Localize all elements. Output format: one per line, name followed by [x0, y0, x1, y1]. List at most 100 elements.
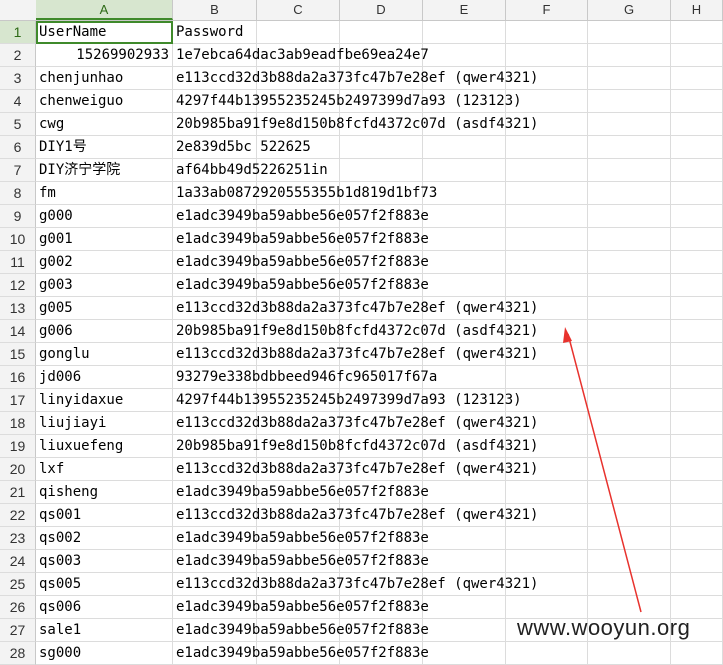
cell-empty[interactable] — [588, 67, 671, 90]
row-number[interactable]: 23 — [0, 527, 36, 550]
column-header-a[interactable]: A — [36, 0, 173, 20]
cell-empty[interactable] — [506, 44, 588, 67]
cell-empty[interactable] — [506, 366, 588, 389]
cell-empty[interactable] — [588, 458, 671, 481]
cell-username[interactable]: linyidaxue — [36, 389, 173, 412]
cell-username[interactable]: sg000 — [36, 642, 173, 665]
row-number[interactable]: 24 — [0, 550, 36, 573]
cell-empty[interactable] — [423, 619, 506, 642]
cell-empty[interactable] — [671, 113, 723, 136]
cell-empty[interactable] — [671, 458, 723, 481]
cell-empty[interactable] — [588, 527, 671, 550]
cell-empty[interactable] — [671, 504, 723, 527]
column-header-f[interactable]: F — [506, 0, 588, 20]
cell-empty[interactable] — [340, 136, 423, 159]
cell-empty[interactable] — [506, 642, 588, 665]
row-number[interactable]: 12 — [0, 274, 36, 297]
cell-empty[interactable] — [588, 504, 671, 527]
row-number[interactable]: 4 — [0, 90, 36, 113]
cell-password[interactable]: 1a33ab0872920555355b1d819d1bf73 — [173, 182, 437, 205]
cell-empty[interactable] — [588, 21, 671, 44]
cell-empty[interactable] — [588, 343, 671, 366]
cell-password[interactable]: e113ccd32d3b88da2a373fc47b7e28ef (qwer43… — [173, 573, 538, 596]
cell-username[interactable]: qs006 — [36, 596, 173, 619]
cell-empty[interactable] — [588, 481, 671, 504]
cell-empty[interactable] — [671, 389, 723, 412]
cell-empty[interactable] — [671, 481, 723, 504]
row-number[interactable]: 22 — [0, 504, 36, 527]
row-number[interactable]: 17 — [0, 389, 36, 412]
column-header-d[interactable]: D — [340, 0, 423, 20]
row-number[interactable]: 6 — [0, 136, 36, 159]
row-number[interactable]: 3 — [0, 67, 36, 90]
cell-username[interactable]: g001 — [36, 228, 173, 251]
cell-password[interactable]: e113ccd32d3b88da2a373fc47b7e28ef (qwer43… — [173, 458, 538, 481]
cell-empty[interactable] — [423, 159, 506, 182]
cell-empty[interactable] — [588, 550, 671, 573]
cell-empty[interactable] — [588, 366, 671, 389]
row-number[interactable]: 7 — [0, 159, 36, 182]
row-number[interactable]: 20 — [0, 458, 36, 481]
cell-empty[interactable] — [671, 90, 723, 113]
cell-empty[interactable] — [588, 297, 671, 320]
cell-empty[interactable] — [671, 435, 723, 458]
cell-empty[interactable] — [423, 21, 506, 44]
cell-password[interactable]: 20b985ba91f9e8d150b8fcfd4372c07d (asdf43… — [173, 113, 538, 136]
cell-empty[interactable] — [671, 320, 723, 343]
column-header-h[interactable]: H — [671, 0, 723, 20]
row-number[interactable]: 2 — [0, 44, 36, 67]
cell-empty[interactable] — [671, 412, 723, 435]
cell-password[interactable]: 4297f44b13955235245b2497399d7a93 (123123… — [173, 90, 522, 113]
cell-empty[interactable] — [671, 21, 723, 44]
row-number[interactable]: 27 — [0, 619, 36, 642]
cell-empty[interactable] — [340, 21, 423, 44]
cell-password[interactable]: e1adc3949ba59abbe56e057f2f883e — [173, 642, 429, 665]
cell-empty[interactable] — [588, 320, 671, 343]
cell-password[interactable]: 93279e338bdbbeed946fc965017f67a — [173, 366, 437, 389]
select-all-corner[interactable] — [0, 0, 37, 20]
row-number[interactable]: 28 — [0, 642, 36, 665]
cell-empty[interactable] — [671, 251, 723, 274]
row-number[interactable]: 15 — [0, 343, 36, 366]
cell-username[interactable]: g003 — [36, 274, 173, 297]
cell-empty[interactable] — [506, 527, 588, 550]
cell-empty[interactable] — [671, 228, 723, 251]
cell-username[interactable]: g000 — [36, 205, 173, 228]
cell-username[interactable]: qs002 — [36, 527, 173, 550]
cell-empty[interactable] — [671, 297, 723, 320]
cell-password[interactable]: e113ccd32d3b88da2a373fc47b7e28ef (qwer43… — [173, 67, 538, 90]
row-number[interactable]: 9 — [0, 205, 36, 228]
cell-username[interactable]: DIY1号 — [36, 136, 173, 159]
cell-empty[interactable] — [506, 136, 588, 159]
cell-empty[interactable] — [423, 550, 506, 573]
cell-password[interactable]: e1adc3949ba59abbe56e057f2f883e — [173, 550, 429, 573]
cell-username[interactable]: cwg — [36, 113, 173, 136]
cell-empty[interactable] — [423, 642, 506, 665]
cell-empty[interactable] — [423, 136, 506, 159]
cell-empty[interactable] — [671, 642, 723, 665]
cell-password[interactable]: 4297f44b13955235245b2497399d7a93 (123123… — [173, 389, 522, 412]
cell-empty[interactable] — [588, 44, 671, 67]
cell-username[interactable]: fm — [36, 182, 173, 205]
cell-password[interactable]: e1adc3949ba59abbe56e057f2f883e — [173, 596, 429, 619]
row-number[interactable]: 8 — [0, 182, 36, 205]
cell-password[interactable]: 2e839d5bc 522625 — [173, 136, 311, 159]
cell-password[interactable]: e113ccd32d3b88da2a373fc47b7e28ef (qwer43… — [173, 504, 538, 527]
row-number[interactable]: 13 — [0, 297, 36, 320]
cell-password[interactable]: e1adc3949ba59abbe56e057f2f883e — [173, 251, 429, 274]
cell-empty[interactable] — [423, 481, 506, 504]
cell-username[interactable]: chenweiguo — [36, 90, 173, 113]
cell-password[interactable]: e1adc3949ba59abbe56e057f2f883e — [173, 205, 429, 228]
cell-empty[interactable] — [671, 343, 723, 366]
cell-empty[interactable] — [506, 251, 588, 274]
cell-password[interactable]: 20b985ba91f9e8d150b8fcfd4372c07d (asdf43… — [173, 320, 538, 343]
cell-username[interactable]: DIY济宁学院 — [36, 159, 173, 182]
cell-password[interactable]: 1e7ebca64dac3ab9eadfbe69ea24e7 — [173, 44, 429, 67]
cell-empty[interactable] — [423, 228, 506, 251]
cell-empty[interactable] — [588, 228, 671, 251]
cell-username[interactable]: g006 — [36, 320, 173, 343]
cell-username[interactable]: g005 — [36, 297, 173, 320]
cell-empty[interactable] — [340, 159, 423, 182]
row-number[interactable]: 18 — [0, 412, 36, 435]
cell-empty[interactable] — [671, 274, 723, 297]
